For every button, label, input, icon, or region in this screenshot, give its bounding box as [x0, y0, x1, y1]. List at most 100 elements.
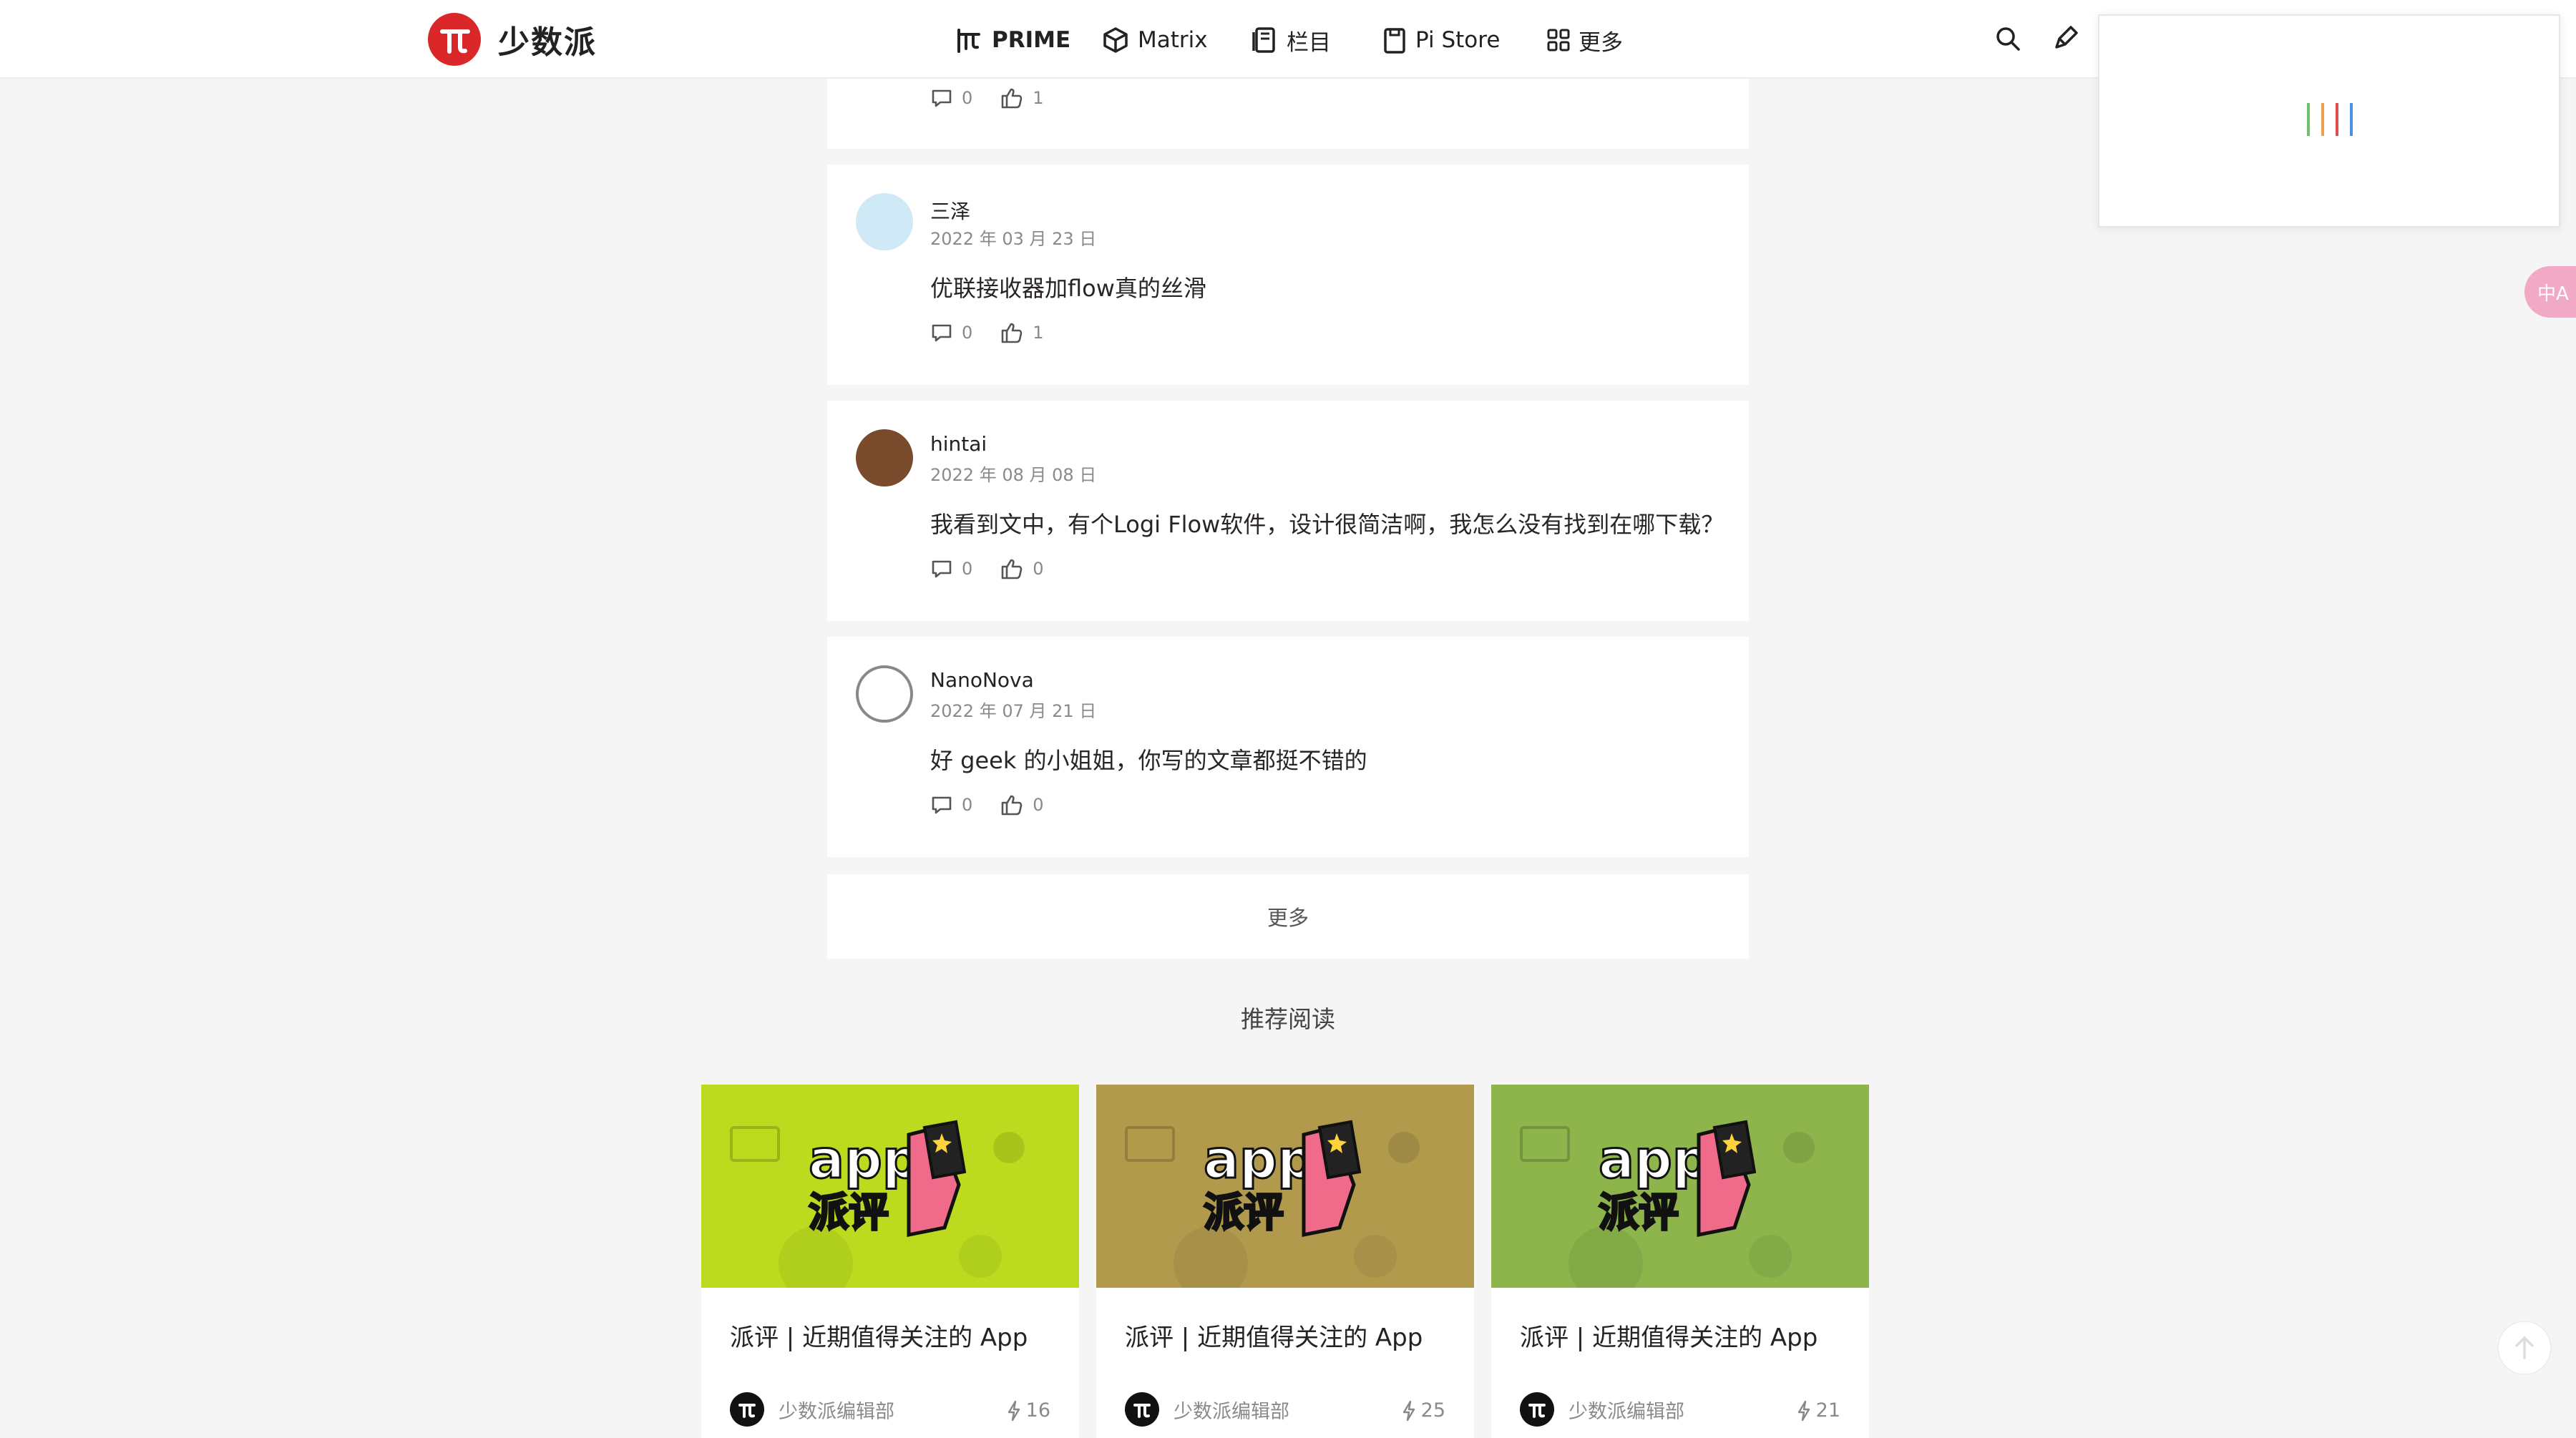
loading-bar — [2321, 103, 2324, 136]
loading-bar — [2350, 103, 2353, 136]
nav-matrix-label: Matrix — [1138, 27, 1208, 53]
comment-actions: 0 0 — [930, 557, 1044, 581]
comment-text: 优联接收器加flow真的丝滑 — [930, 275, 1206, 302]
lightning-icon — [1796, 1400, 1812, 1422]
cover-image[interactable]: app 派评 — [1491, 1085, 1869, 1288]
thumb-up-icon[interactable] — [1000, 793, 1033, 817]
nav-columns-label: 栏目 — [1287, 29, 1331, 56]
nav-pi-store[interactable]: Pi Store — [1381, 20, 1500, 60]
comment-date: 2022 年 03 月 23 日 — [930, 229, 1097, 249]
cover-big-text: app — [1599, 1129, 1710, 1190]
thumb-up-icon[interactable] — [1000, 321, 1033, 345]
nav-matrix[interactable]: Matrix — [1101, 20, 1208, 60]
comment-reply-icon[interactable] — [930, 87, 962, 109]
translate-label: 中A — [2537, 283, 2569, 305]
avatar[interactable] — [856, 193, 913, 250]
recommend-card[interactable]: app 派评 派评 | 近期值得关注的 App 少数派编辑部 25 — [1096, 1085, 1474, 1438]
recommend-title[interactable]: 派评 | 近期值得关注的 App — [730, 1318, 1028, 1353]
prime-icon — [953, 24, 992, 56]
comment-date: 2022 年 08 月 08 日 — [930, 465, 1097, 485]
charge-count: 21 — [1796, 1399, 1840, 1422]
nav-more[interactable]: 更多 — [1546, 20, 1623, 60]
site-logo[interactable]: 少数派 — [428, 13, 597, 66]
thumb-up-icon[interactable] — [1000, 557, 1033, 581]
like-count: 0 — [1033, 559, 1044, 579]
comment-card: 三泽 2022 年 03 月 23 日 优联接收器加flow真的丝滑 0 1 — [827, 165, 1749, 385]
pi-logo-icon — [428, 13, 481, 66]
loading-panel — [2098, 14, 2560, 228]
reply-count: 0 — [962, 795, 973, 815]
thumb-up-icon[interactable] — [1000, 86, 1033, 110]
author-name: 少数派编辑部 — [779, 1400, 894, 1423]
loading-bar — [2336, 103, 2338, 136]
recommend-card[interactable]: app 派评 派评 | 近期值得关注的 App 少数派编辑部 21 — [1491, 1085, 1869, 1438]
back-to-top-button[interactable] — [2497, 1321, 2552, 1375]
cover-image[interactable]: app 派评 — [1096, 1085, 1474, 1288]
recommend-card[interactable]: app 派评 派评 | 近期值得关注的 App 少数派编辑部 16 — [701, 1085, 1079, 1438]
comment-reply-icon[interactable] — [930, 793, 962, 816]
comment-actions: 0 0 — [930, 793, 1044, 817]
load-more-label: 更多 — [1267, 906, 1309, 930]
recommend-title[interactable]: 派评 | 近期值得关注的 App — [1125, 1318, 1423, 1353]
recommend-heading: 推荐阅读 — [1241, 1005, 1335, 1033]
author-avatar — [1520, 1392, 1554, 1427]
like-count: 1 — [1033, 323, 1044, 343]
nav-prime-label: PRIME — [992, 27, 1071, 53]
avatar[interactable] — [856, 429, 913, 486]
column-book-icon — [1251, 25, 1287, 55]
comment-author[interactable]: hintai — [930, 432, 987, 456]
cover-big-text: app — [809, 1129, 920, 1190]
nav-prime[interactable]: PRIME — [953, 20, 1070, 60]
comment-card: hintai 2022 年 08 月 08 日 我看到文中，有个Logi Flo… — [827, 401, 1749, 621]
cover-small-text: 派评 — [1599, 1190, 1679, 1236]
comment-card: 0 1 — [827, 79, 1749, 149]
recommend-author[interactable]: 少数派编辑部 — [1520, 1392, 1684, 1427]
author-avatar — [1125, 1392, 1159, 1427]
comment-text: 我看到文中，有个Logi Flow软件，设计很简洁啊，我怎么没有找到在哪下载？ — [930, 511, 1724, 538]
recommend-author[interactable]: 少数派编辑部 — [730, 1392, 894, 1427]
comment-author[interactable]: NanoNova — [930, 668, 1034, 692]
load-more-button[interactable]: 更多 — [827, 874, 1749, 959]
comment-author[interactable]: 三泽 — [930, 196, 970, 225]
cover-small-text: 派评 — [1204, 1190, 1284, 1236]
like-count: 1 — [1033, 88, 1044, 108]
charge-number: 21 — [1815, 1399, 1840, 1422]
reply-count: 0 — [962, 323, 973, 343]
author-name: 少数派编辑部 — [1174, 1400, 1289, 1423]
comment-date: 2022 年 07 月 21 日 — [930, 701, 1097, 721]
comment-actions: 0 1 — [930, 86, 1044, 110]
nav-columns[interactable]: 栏目 — [1251, 20, 1331, 60]
comment-card: NanoNova 2022 年 07 月 21 日 好 geek 的小姐姐，你写… — [827, 637, 1749, 857]
cover-image[interactable]: app 派评 — [701, 1085, 1079, 1288]
avatar[interactable] — [856, 665, 913, 723]
reply-count: 0 — [962, 88, 973, 108]
author-avatar — [730, 1392, 764, 1427]
author-name: 少数派编辑部 — [1568, 1400, 1684, 1423]
recommend-title[interactable]: 派评 | 近期值得关注的 App — [1520, 1318, 1818, 1353]
lightning-icon — [1006, 1400, 1022, 1422]
like-count: 0 — [1033, 795, 1044, 815]
lightning-icon — [1401, 1400, 1417, 1422]
cover-big-text: app — [1204, 1129, 1315, 1190]
charge-number: 16 — [1025, 1399, 1050, 1422]
recommend-author[interactable]: 少数派编辑部 — [1125, 1392, 1289, 1427]
charge-count: 25 — [1401, 1399, 1445, 1422]
matrix-cube-icon — [1101, 25, 1138, 55]
comment-text: 好 geek 的小姐姐，你写的文章都挺不错的 — [930, 747, 1367, 774]
reply-count: 0 — [962, 559, 973, 579]
brand-name: 少数派 — [498, 24, 597, 61]
nav-more-label: 更多 — [1579, 29, 1623, 56]
comment-reply-icon[interactable] — [930, 557, 962, 580]
comment-reply-icon[interactable] — [930, 321, 962, 344]
arrow-up-icon — [2499, 1322, 2550, 1374]
search-icon[interactable] — [1994, 24, 2022, 53]
charge-count: 16 — [1006, 1399, 1050, 1422]
comment-actions: 0 1 — [930, 321, 1044, 345]
cover-small-text: 派评 — [809, 1190, 889, 1236]
translate-button[interactable]: 中A — [2524, 266, 2576, 318]
nav-pi-store-label: Pi Store — [1415, 27, 1501, 53]
pen-write-icon[interactable] — [2051, 24, 2079, 53]
loading-bar — [2307, 103, 2310, 136]
store-bag-icon — [1381, 25, 1415, 55]
charge-number: 25 — [1420, 1399, 1445, 1422]
